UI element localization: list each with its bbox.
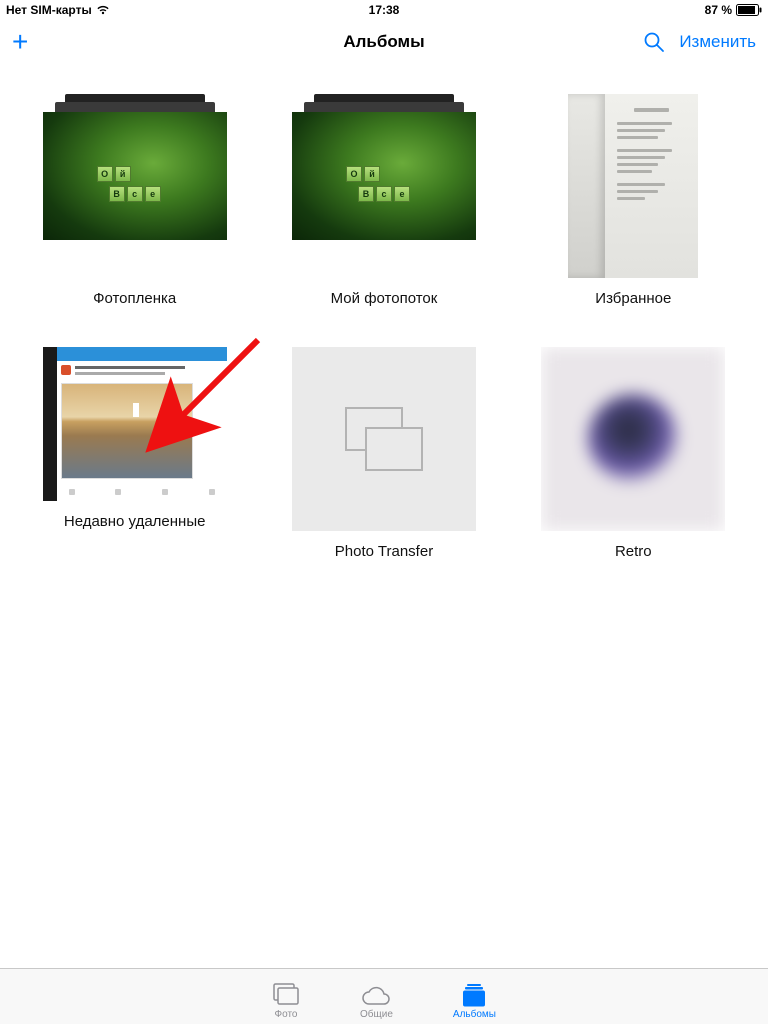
album-label: Retro — [615, 543, 652, 560]
photos-icon — [272, 982, 300, 1008]
album-label: Недавно удаленные — [64, 513, 206, 530]
nav-right: Изменить — [643, 31, 756, 53]
battery-text: 87 % — [705, 3, 732, 17]
album-label: Фотопленка — [93, 290, 176, 307]
tab-label: Фото — [275, 1009, 298, 1020]
album-thumb — [292, 347, 476, 531]
album-label: Мой фотопоток — [331, 290, 438, 307]
tab-label: Общие — [360, 1009, 393, 1020]
album-thumb — [43, 347, 227, 501]
wifi-icon — [96, 5, 110, 15]
search-button[interactable] — [643, 31, 665, 53]
tab-shared[interactable]: Общие — [360, 986, 393, 1020]
album-recently-deleted[interactable]: Недавно удаленные — [30, 347, 239, 560]
cloud-icon — [361, 986, 391, 1008]
status-bar: Нет SIM-карты 17:38 87 % — [0, 0, 768, 20]
tab-bar: Фото Общие Альбомы — [0, 968, 768, 1024]
album-my-photostream[interactable]: Ой Все Мой фотопоток — [279, 94, 488, 307]
album-thumb — [541, 347, 725, 531]
album-retro[interactable]: Retro — [529, 347, 738, 560]
status-right: 87 % — [510, 3, 762, 17]
tab-photos[interactable]: Фото — [272, 982, 300, 1020]
album-favorites[interactable]: Избранное — [529, 94, 738, 307]
album-label: Избранное — [595, 290, 671, 307]
albums-grid: Ой Все Фотопленка Ой Все Мой фотопоток — [0, 64, 768, 560]
tab-albums[interactable]: Альбомы — [453, 984, 496, 1020]
status-time: 17:38 — [258, 3, 510, 17]
album-thumb — [568, 94, 698, 278]
add-button[interactable]: + — [12, 28, 28, 56]
album-thumb: Ой Все — [43, 94, 227, 278]
nav-left: + — [12, 28, 28, 56]
sim-status-text: Нет SIM-карты — [6, 3, 92, 17]
album-thumb: Ой Все — [292, 94, 476, 278]
album-label: Photo Transfer — [335, 543, 433, 560]
battery-icon — [736, 4, 762, 16]
album-photo-transfer[interactable]: Photo Transfer — [279, 347, 488, 560]
edit-button[interactable]: Изменить — [679, 32, 756, 52]
albums-icon — [461, 984, 487, 1008]
status-left: Нет SIM-карты — [6, 3, 258, 17]
album-camera-roll[interactable]: Ой Все Фотопленка — [30, 94, 239, 307]
tab-label: Альбомы — [453, 1009, 496, 1020]
nav-bar: + Альбомы Изменить — [0, 20, 768, 64]
search-icon — [643, 31, 665, 53]
